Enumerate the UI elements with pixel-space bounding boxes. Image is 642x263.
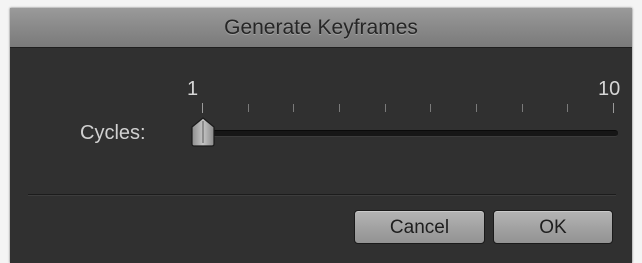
- cancel-button[interactable]: Cancel: [354, 210, 485, 244]
- slider-tick: [339, 104, 340, 112]
- slider-min-label: 1: [187, 78, 199, 100]
- slider-tick: [202, 103, 203, 113]
- slider-tick: [248, 104, 249, 112]
- slider-tick: [430, 104, 431, 112]
- slider-tick: [567, 104, 568, 112]
- slider-max-label: 10: [598, 78, 621, 100]
- dialog-title: Generate Keyframes: [224, 16, 418, 39]
- slider-tick: [613, 103, 614, 113]
- slider-tick: [385, 104, 386, 112]
- cycles-label: Cycles:: [80, 122, 146, 144]
- dialog-divider: [28, 194, 616, 196]
- slider-tick: [476, 104, 477, 112]
- slider-tick: [522, 104, 523, 112]
- cycles-slider-thumb[interactable]: [190, 117, 216, 147]
- cycles-slider-track[interactable]: [198, 130, 618, 137]
- dialog-titlebar[interactable]: Generate Keyframes: [10, 8, 632, 48]
- ok-button[interactable]: OK: [493, 210, 613, 244]
- slider-thumb-icon: [191, 117, 215, 147]
- slider-tick: [293, 104, 294, 112]
- generate-keyframes-dialog: Generate Keyframes 1 10 Cycles: Cancel O…: [10, 8, 632, 263]
